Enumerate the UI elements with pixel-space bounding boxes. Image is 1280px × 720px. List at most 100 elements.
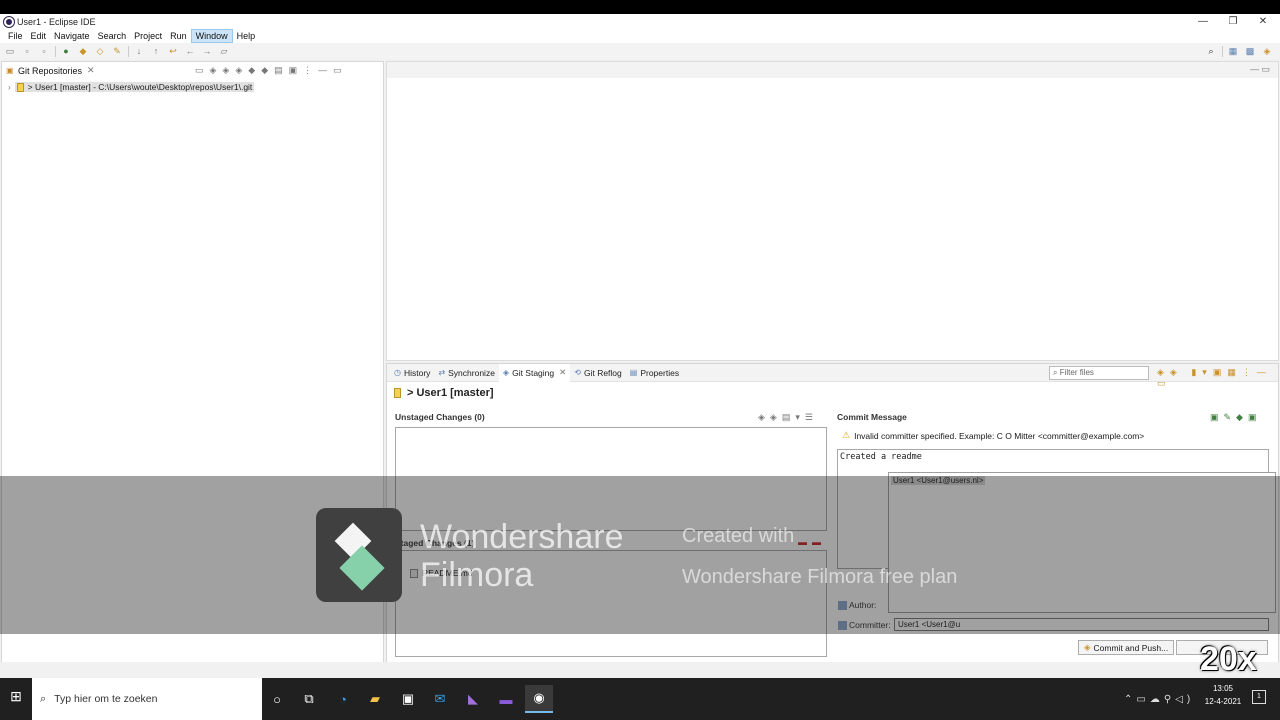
repo-header-label: > User1 [master] — [407, 387, 494, 399]
notification-icon[interactable]: 1 — [1252, 690, 1266, 704]
repository-icon — [16, 82, 24, 92]
terminal-icon[interactable]: ▬ — [492, 685, 520, 713]
unstaged-toolbar-icons[interactable]: ◈◈▤▾☰ — [758, 412, 818, 423]
unstaged-changes-label: Unstaged Changes (0) — [395, 412, 485, 422]
forward-icon[interactable]: → — [201, 46, 213, 57]
menu-edit[interactable]: Edit — [27, 29, 51, 43]
perspective-toolbar: ⌕ ▦ ▩ ◈ — [1205, 43, 1278, 59]
watermark-plan: Wondershare Filmora free plan — [682, 566, 958, 588]
file-explorer-icon[interactable]: ▰ — [361, 685, 389, 713]
mail-icon[interactable]: ✉ — [426, 685, 454, 713]
commit-push-label: Commit and Push... — [1093, 642, 1169, 653]
playback-speed-badge: 20x — [1200, 640, 1257, 678]
git-sync-icon[interactable]: ◇ — [94, 46, 106, 57]
menu-window[interactable]: Window — [190, 29, 233, 43]
commit-and-push-button[interactable]: ◈ Commit and Push... — [1078, 640, 1175, 655]
toolbar-separator — [128, 45, 129, 57]
editor-min-max-icons[interactable]: — ▭ — [1250, 64, 1270, 75]
title-bar: User1 - Eclipse IDE — ❐ ✕ — [0, 14, 1280, 29]
git-perspective-icon[interactable]: ◈ — [1261, 46, 1273, 57]
main-toolbar: ▭ ▫ ▫ ● ◆ ◇ ✎ ↓ ↑ ↩ ← → ▱ — [0, 43, 1280, 59]
history-icon: ◷ — [394, 368, 401, 377]
edge-icon[interactable]: ◔ — [329, 685, 357, 713]
menu-bar: File Edit Navigate Search Project Run Wi… — [0, 29, 1280, 43]
git-repositories-icon: ▣ — [6, 66, 14, 75]
back-icon[interactable]: ← — [184, 46, 196, 57]
minimize-button[interactable]: — — [1188, 14, 1218, 29]
menu-file[interactable]: File — [4, 29, 27, 43]
tab-label: Properties — [640, 367, 680, 378]
save-all-icon[interactable]: ▫ — [38, 46, 50, 57]
menu-run[interactable]: Run — [166, 29, 191, 43]
search-icon: ⌕ — [40, 692, 47, 705]
taskbar-clock[interactable]: 13:05 12-4-2021 — [1203, 682, 1243, 708]
menu-search[interactable]: Search — [94, 29, 131, 43]
restore-button[interactable]: ❐ — [1218, 14, 1248, 29]
commit-message-text: Created a readme — [840, 452, 922, 462]
close-button[interactable]: ✕ — [1248, 14, 1278, 29]
java-perspective-icon[interactable]: ▩ — [1244, 46, 1256, 57]
clock-time: 13:05 — [1212, 684, 1234, 693]
committer-warning: ⚠ Invalid committer specified. Example: … — [842, 430, 1144, 441]
watermark-brand-line2: Filmora — [420, 556, 534, 594]
open-perspective-icon[interactable]: ▦ — [1227, 46, 1239, 57]
menu-navigate[interactable]: Navigate — [50, 29, 94, 43]
filmora-logo — [316, 508, 402, 602]
store-icon[interactable]: ▣ — [394, 685, 422, 713]
reflog-icon: ⟲ — [574, 368, 581, 377]
watermark-created-with: Created with — [682, 525, 795, 547]
tab-label: Git Staging — [512, 367, 555, 378]
visual-studio-icon[interactable]: ◣ — [459, 685, 487, 713]
filter-placeholder: Filter files — [1059, 368, 1094, 377]
git-icon[interactable]: ◆ — [77, 46, 89, 57]
editor-area: — ▭ — [386, 61, 1279, 361]
eclipse-taskbar-icon[interactable]: ◉ — [525, 685, 553, 713]
menu-help[interactable]: Help — [233, 29, 260, 43]
watermark-brand-line1: Wondershare — [420, 518, 624, 556]
tab-label: History — [403, 367, 431, 378]
tab-git-repositories[interactable]: ▣ Git Repositories ✕ — [2, 62, 99, 79]
run-icon[interactable]: ● — [60, 46, 72, 57]
pin-editor-icon[interactable]: ▱ — [218, 46, 230, 57]
tab-properties[interactable]: ▤ Properties — [626, 364, 683, 382]
next-annotation-icon[interactable]: ↓ — [133, 46, 145, 57]
last-edit-icon[interactable]: ↩ — [167, 46, 179, 57]
tab-label: Synchronize — [448, 367, 495, 378]
cortana-icon[interactable]: ○ — [263, 685, 291, 713]
prev-annotation-icon[interactable]: ↑ — [150, 46, 162, 57]
close-tab-icon[interactable]: ✕ — [87, 65, 95, 76]
save-icon[interactable]: ▫ — [21, 46, 33, 57]
staging-repo-header: > User1 [master] — [394, 387, 494, 399]
repository-icon — [394, 388, 401, 398]
commit-push-icon: ◈ — [1084, 642, 1091, 652]
new-icon[interactable]: ▭ — [4, 46, 16, 57]
clock-date: 12-4-2021 — [1204, 697, 1242, 706]
view-toolbar-icons[interactable]: ▭◈◈◈◆◆▤▣⋮—▭ — [195, 65, 348, 76]
staging-toolbar-icons[interactable]: ◈◈ ▮▾▣▦⋮—▭ — [1157, 367, 1278, 389]
staging-icon: ◈ — [502, 368, 510, 377]
close-tab-icon[interactable]: ✕ — [559, 367, 566, 378]
menu-project[interactable]: Project — [130, 29, 166, 43]
tab-history[interactable]: ◷ History — [390, 364, 434, 382]
eclipse-app-icon — [4, 16, 14, 27]
tab-label: Git Repositories — [18, 65, 83, 76]
open-task-icon[interactable]: ✎ — [111, 46, 123, 57]
editor-header: — ▭ — [387, 62, 1278, 78]
repository-node[interactable]: > User1 [master] - C:\Users\woute\Deskto… — [14, 82, 255, 92]
windows-start-icon[interactable]: ⊞ — [6, 686, 26, 706]
repository-tree-item[interactable]: › > User1 [master] - C:\Users\woute\Desk… — [8, 81, 255, 93]
tab-synchronize[interactable]: ⇄ Synchronize — [434, 364, 498, 382]
watermark-band — [0, 476, 1280, 634]
taskbar-search-box[interactable]: ⌕ Typ hier om te zoeken — [32, 678, 262, 720]
filter-files-input[interactable]: ⌕ Filter files — [1049, 366, 1149, 380]
tab-git-reflog[interactable]: ⟲ Git Reflog — [570, 364, 626, 382]
task-view-icon[interactable]: ⧉ — [295, 685, 323, 713]
search-icon[interactable]: ⌕ — [1205, 46, 1217, 57]
bottom-tab-bar: ◷ History ⇄ Synchronize ◈ Git Staging ✕ ⟲ Git… — [387, 363, 1278, 388]
toolbar-separator — [55, 45, 56, 57]
commit-toolbar-icons[interactable]: ▣✎◆▣ — [1210, 412, 1261, 423]
repository-label: > User1 [master] - C:\Users\woute\Deskto… — [27, 82, 253, 92]
tab-git-staging[interactable]: ◈ Git Staging ✕ — [498, 363, 571, 382]
system-tray-icons[interactable]: ⌃▭☁⚲◁) — [1124, 678, 1194, 720]
expand-chevron-icon[interactable]: › — [8, 83, 11, 92]
